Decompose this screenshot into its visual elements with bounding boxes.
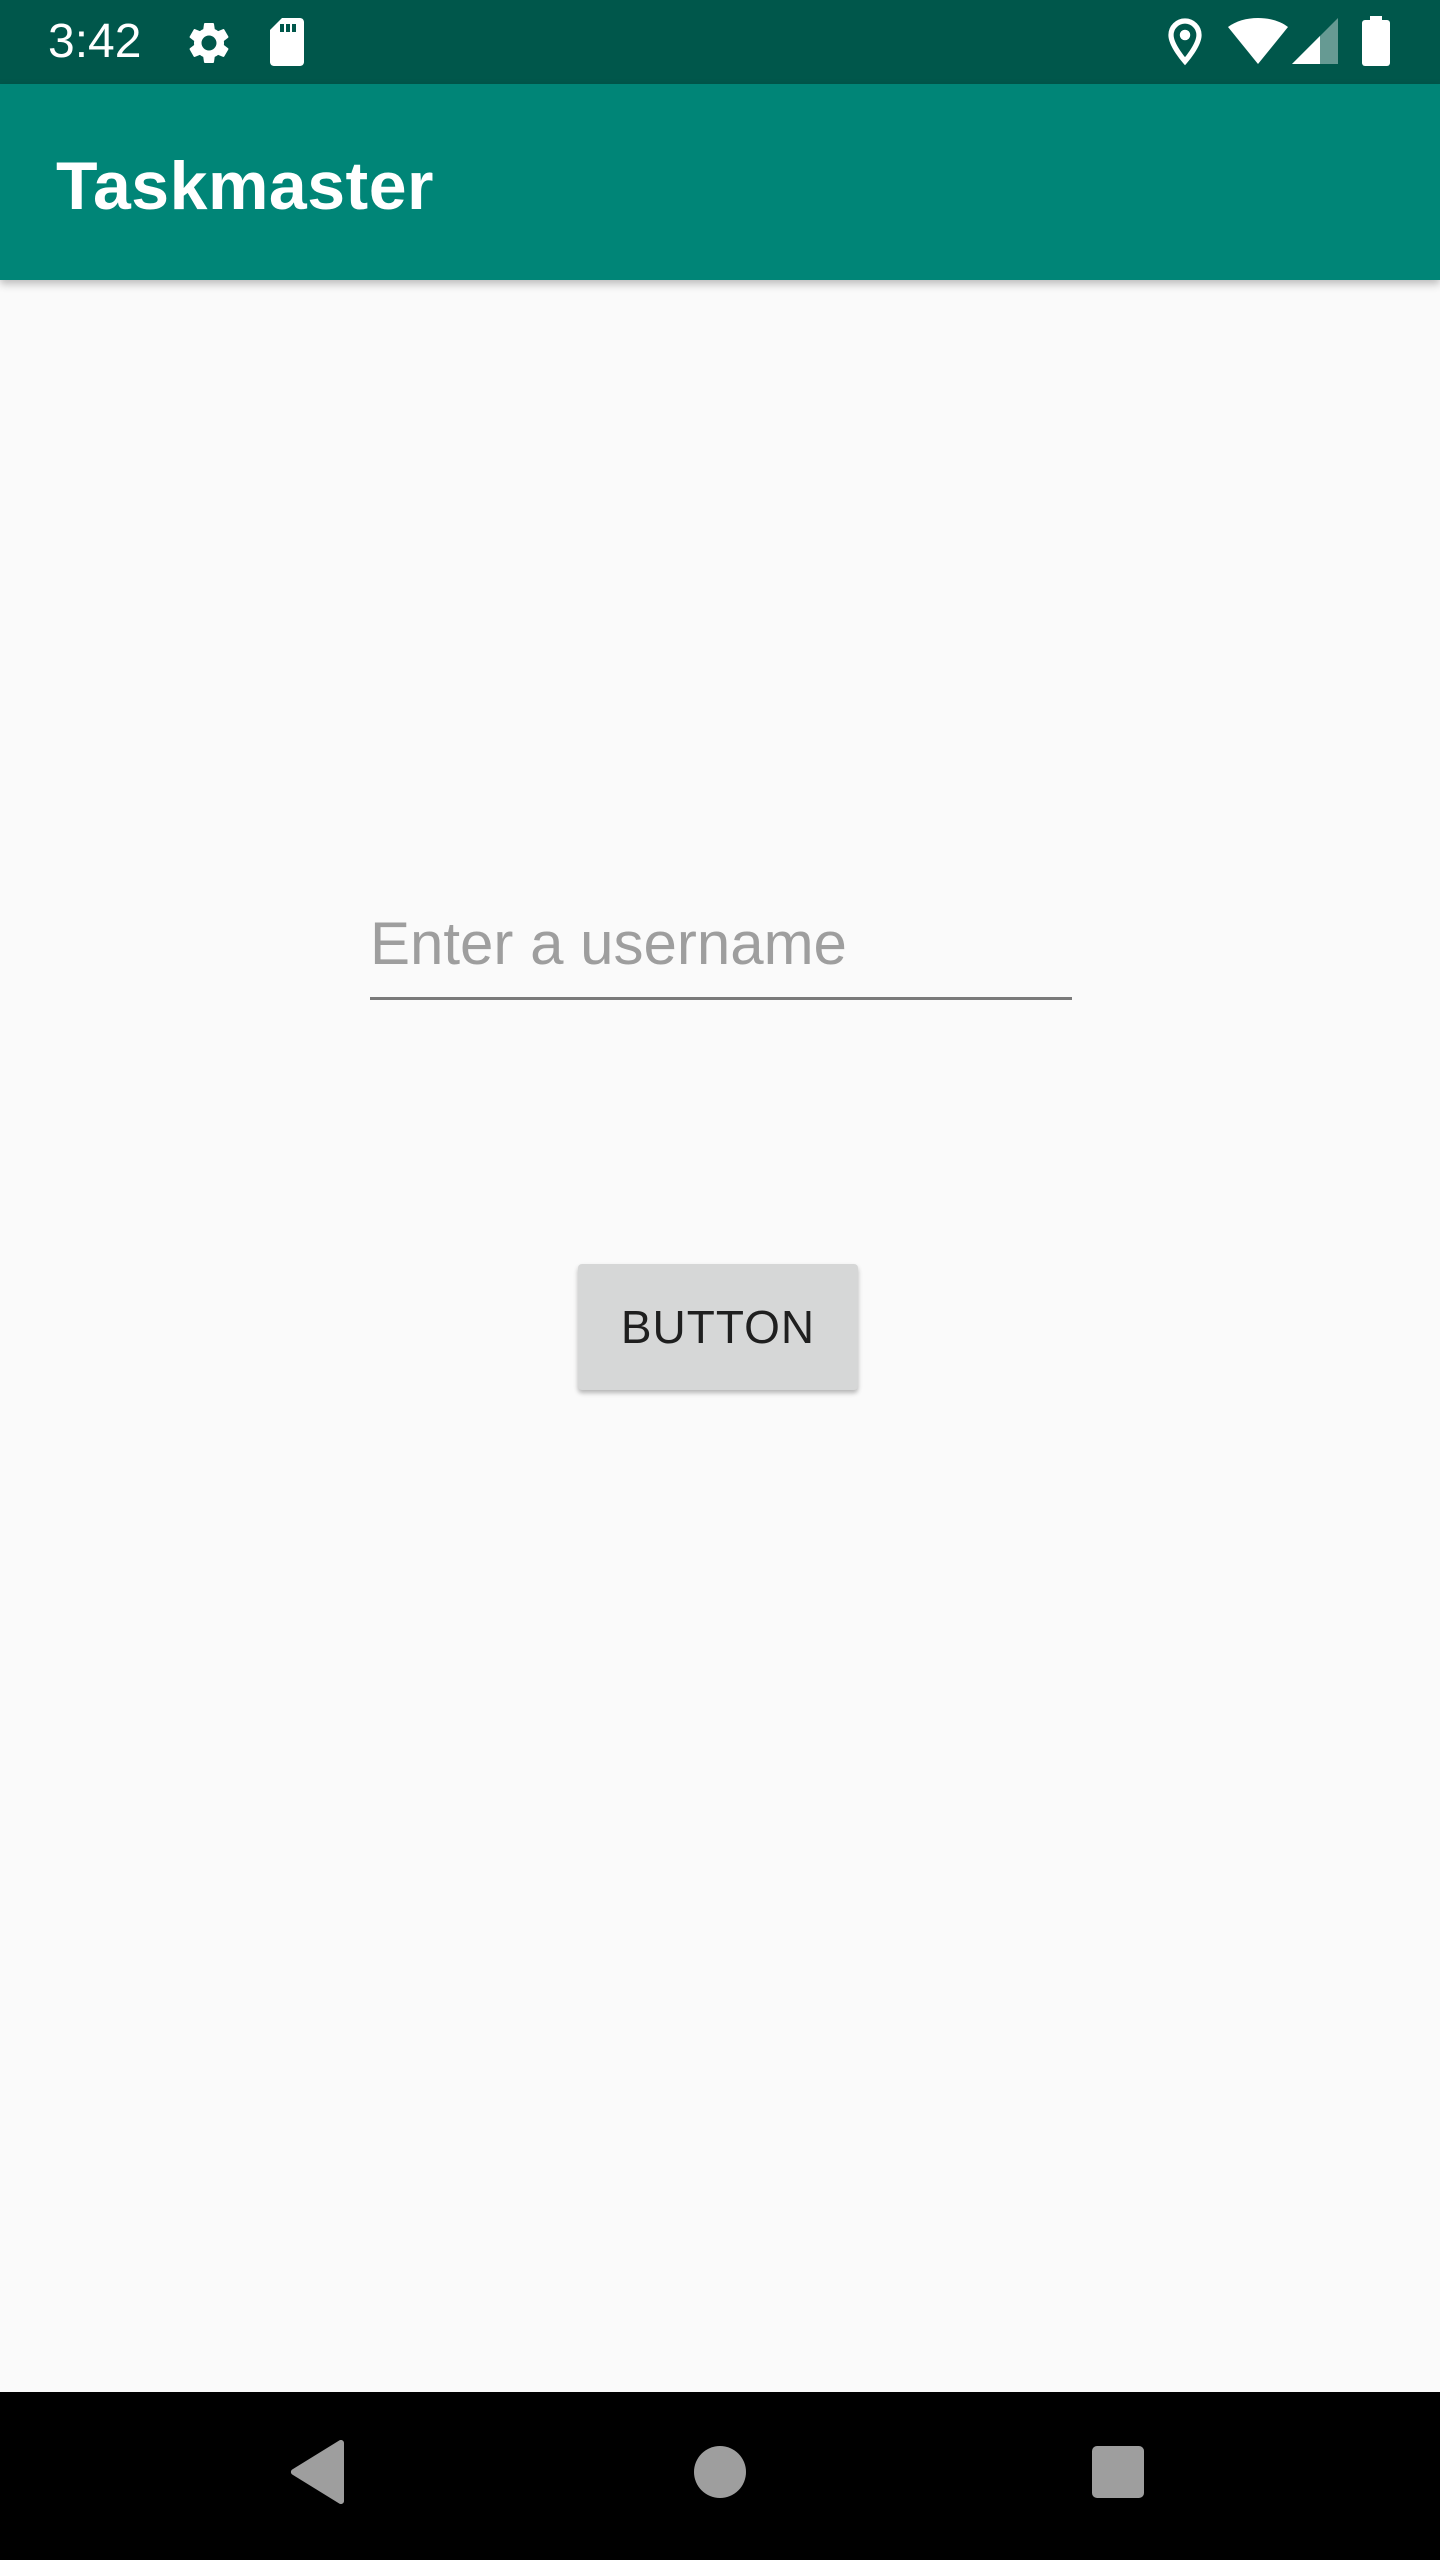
gear-icon	[189, 22, 229, 63]
wifi-icon	[1228, 18, 1288, 64]
main-content: BUTTON	[0, 280, 1440, 2392]
app-title: Taskmaster	[56, 148, 434, 224]
app-bar: Taskmaster	[0, 84, 1440, 280]
back-icon[interactable]	[288, 2440, 348, 2504]
home-icon[interactable]	[692, 2444, 748, 2500]
status-time: 3:42	[48, 15, 142, 68]
recents-icon[interactable]	[1090, 2444, 1146, 2500]
status-bar: 3:42	[0, 0, 1440, 84]
battery-icon	[1362, 16, 1390, 66]
cell-signal-icon	[1292, 18, 1338, 64]
sd-card-icon	[270, 18, 304, 66]
username-input[interactable]	[370, 902, 1072, 1000]
submit-button[interactable]: BUTTON	[578, 1264, 858, 1390]
location-icon	[1168, 18, 1202, 66]
navigation-bar	[0, 2392, 1440, 2560]
